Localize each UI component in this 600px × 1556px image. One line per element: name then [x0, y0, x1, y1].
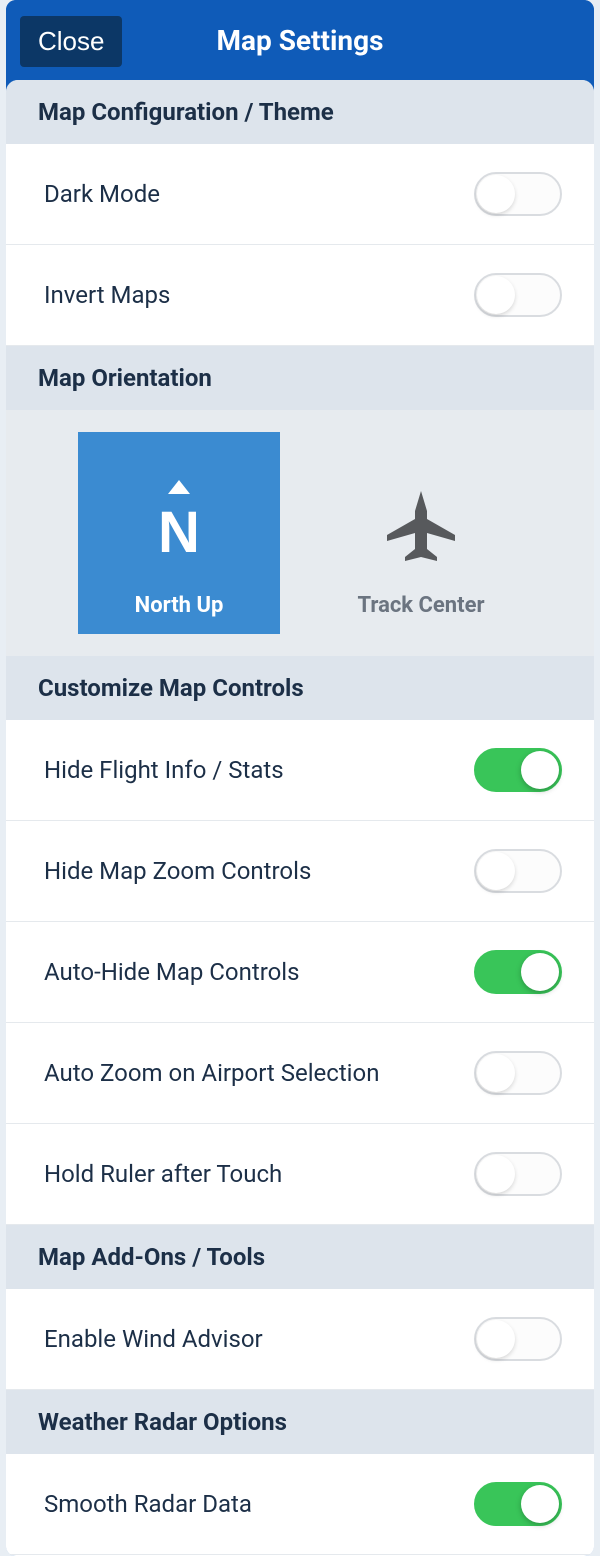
- label-auto-hide: Auto-Hide Map Controls: [44, 958, 300, 986]
- label-dark-mode: Dark Mode: [44, 180, 160, 208]
- svg-text:N: N: [158, 500, 200, 565]
- row-hide-flight-info: Hide Flight Info / Stats: [6, 720, 594, 821]
- section-header-controls: Customize Map Controls: [6, 656, 594, 720]
- toggle-hide-zoom[interactable]: [474, 849, 562, 893]
- orientation-north-up-label: North Up: [135, 593, 224, 618]
- airplane-icon: [371, 475, 471, 575]
- label-smooth-radar: Smooth Radar Data: [44, 1490, 252, 1518]
- map-settings-panel: Close Map Settings Map Configuration / T…: [6, 0, 594, 1556]
- label-hold-ruler: Hold Ruler after Touch: [44, 1160, 282, 1188]
- page-title: Map Settings: [216, 24, 383, 57]
- section-header-radar: Weather Radar Options: [6, 1390, 594, 1454]
- settings-content: Map Configuration / Theme Dark Mode Inve…: [6, 80, 594, 1556]
- orientation-selector: N North Up Track Center: [6, 410, 594, 656]
- row-dark-mode: Dark Mode: [6, 144, 594, 245]
- toggle-invert-maps[interactable]: [474, 273, 562, 317]
- north-up-icon: N: [129, 475, 229, 575]
- toggle-wind-advisor[interactable]: [474, 1317, 562, 1361]
- row-invert-maps: Invert Maps: [6, 245, 594, 346]
- label-hide-flight-info: Hide Flight Info / Stats: [44, 756, 284, 784]
- row-hold-ruler: Hold Ruler after Touch: [6, 1124, 594, 1225]
- row-wind-advisor: Enable Wind Advisor: [6, 1289, 594, 1390]
- settings-header: Close Map Settings: [6, 0, 594, 80]
- label-invert-maps: Invert Maps: [44, 281, 170, 309]
- section-header-config: Map Configuration / Theme: [6, 80, 594, 144]
- section-header-orientation: Map Orientation: [6, 346, 594, 410]
- row-auto-hide: Auto-Hide Map Controls: [6, 922, 594, 1023]
- label-auto-zoom-airport: Auto Zoom on Airport Selection: [44, 1059, 379, 1087]
- toggle-hold-ruler[interactable]: [474, 1152, 562, 1196]
- orientation-north-up[interactable]: N North Up: [78, 432, 280, 634]
- row-smooth-radar: Smooth Radar Data: [6, 1454, 594, 1555]
- toggle-dark-mode[interactable]: [474, 172, 562, 216]
- row-hide-zoom: Hide Map Zoom Controls: [6, 821, 594, 922]
- toggle-auto-zoom-airport[interactable]: [474, 1051, 562, 1095]
- label-hide-zoom: Hide Map Zoom Controls: [44, 857, 311, 885]
- row-auto-zoom-airport: Auto Zoom on Airport Selection: [6, 1023, 594, 1124]
- toggle-hide-flight-info[interactable]: [474, 748, 562, 792]
- orientation-track-center[interactable]: Track Center: [320, 432, 522, 634]
- orientation-track-center-label: Track Center: [357, 593, 484, 618]
- toggle-smooth-radar[interactable]: [474, 1482, 562, 1526]
- toggle-auto-hide[interactable]: [474, 950, 562, 994]
- close-button[interactable]: Close: [20, 16, 122, 67]
- section-header-addons: Map Add-Ons / Tools: [6, 1225, 594, 1289]
- label-wind-advisor: Enable Wind Advisor: [44, 1325, 263, 1353]
